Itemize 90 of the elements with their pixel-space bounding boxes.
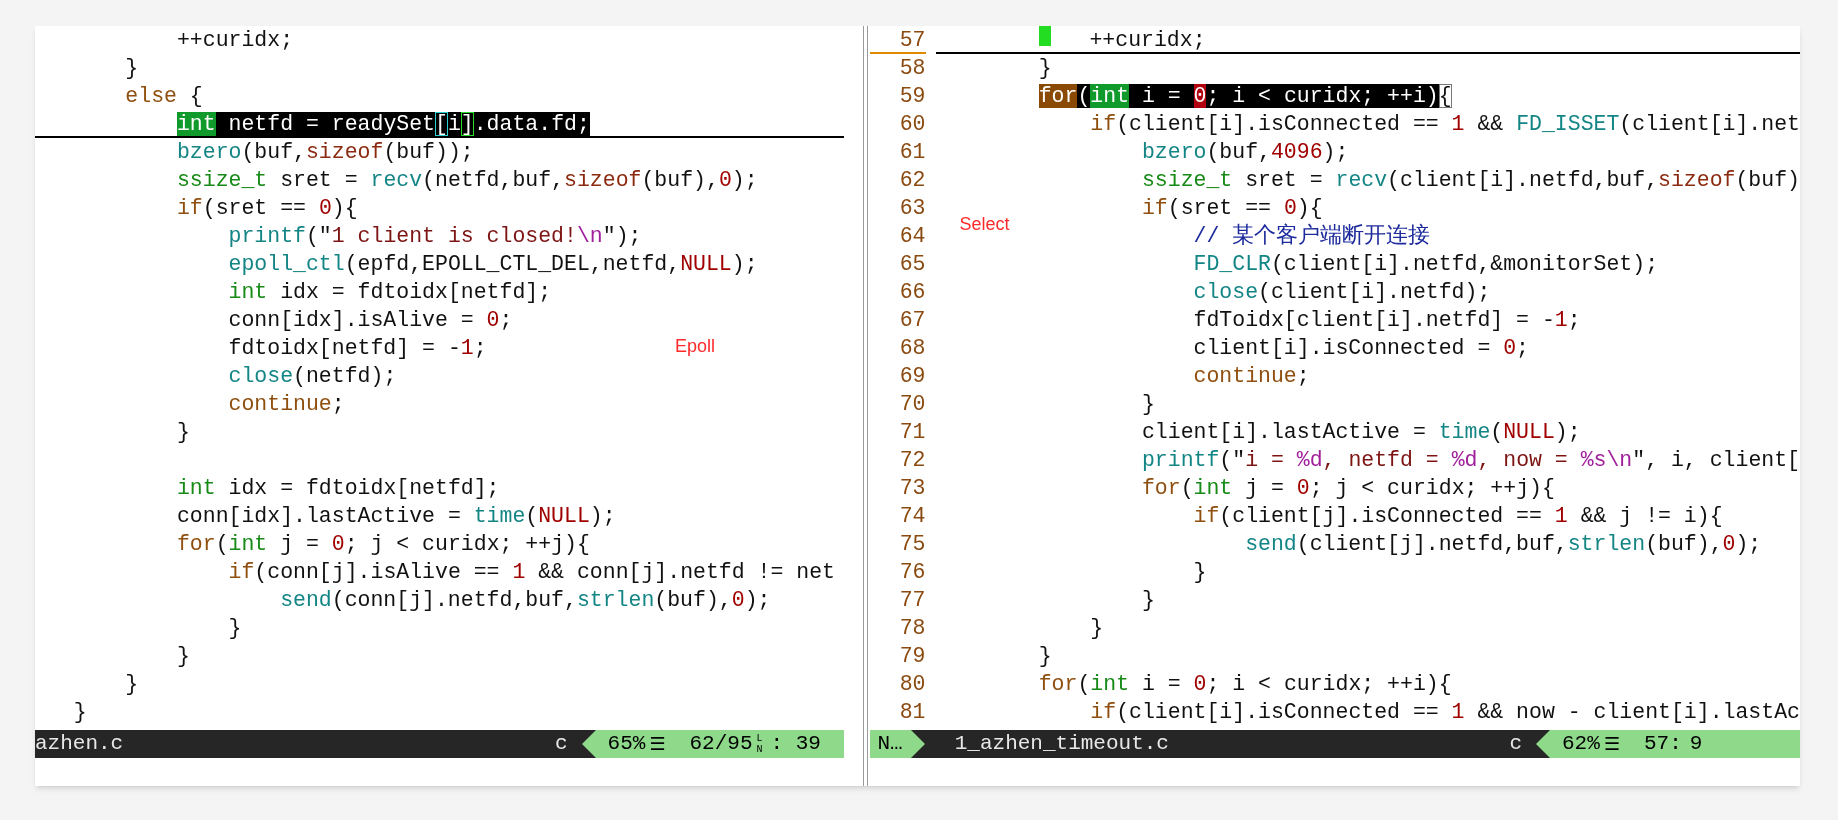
code-line: send(conn[j].netfd,buf,strlen(buf),0); [280, 587, 771, 612]
maxline-glyph: L N [756, 733, 763, 755]
line-number: 78 [898, 615, 926, 642]
line-position: 57: [1643, 731, 1682, 757]
line-number: 74 [898, 503, 926, 530]
line-number: 60 [898, 111, 926, 138]
code-line: } [228, 615, 242, 640]
code-line: int netfd = readySet[i].data.fd; [176, 111, 590, 136]
file-name: azhen.c [35, 731, 124, 757]
code-line: if(conn[j].isAlive == 1 && conn[j].netfd != net [228, 559, 835, 584]
code-line: bzero(buf,4096); [1141, 139, 1349, 164]
code-line: if(client[j].isConnected == 1 && j != i){ [1193, 503, 1723, 528]
code-line: FD_CLR(client[i].netfd,&monitorSet); [1193, 251, 1659, 276]
code-line: } [1038, 55, 1052, 80]
percent-text: 65% [607, 731, 646, 757]
code-line: send(client[j].netfd,buf,strlen(buf),0); [1245, 531, 1762, 556]
file-name: 1_azhen_timeout.c [954, 731, 1169, 757]
line-number: 76 [898, 559, 926, 586]
line-number: 69 [898, 363, 926, 390]
code-line: } [125, 671, 139, 696]
line-number: 80 [898, 671, 926, 698]
code-line: if(client[i].isConnected == 1 && now - client[i].lastAc [1090, 699, 1800, 724]
code-line: } [176, 419, 190, 444]
line-number: 79 [898, 643, 926, 670]
code-line: int idx = fdtoidx[netfd]; [176, 475, 500, 500]
line-number: 70 [898, 391, 926, 418]
code-line: } [1141, 391, 1155, 416]
code-line: printf("i = %d, netfd = %d, now = %s\n", i, client[ [1141, 447, 1800, 472]
code-line: } [1141, 587, 1155, 612]
arrow-separator-icon [910, 730, 925, 758]
code-line: close(netfd); [228, 363, 397, 388]
code-line: conn[idx].isAlive = 0; [228, 307, 513, 332]
line-number: 62 [898, 167, 926, 194]
code-line: } [176, 643, 190, 668]
code-line: } [125, 55, 139, 80]
code-line: bzero(buf,sizeof(buf)); [176, 139, 474, 164]
line-position: 62/95 [689, 731, 753, 757]
code-line: if(sret == 0){ [1141, 195, 1323, 220]
code-line: if(sret == 0){ [176, 195, 358, 220]
line-number: 71 [898, 419, 926, 446]
line-number: 57 [869, 26, 926, 54]
line-number: 81 [898, 699, 926, 726]
line-number: 64 [898, 223, 926, 250]
code-line: } [1090, 615, 1104, 640]
code-line: } [1038, 643, 1052, 668]
line-number: 66 [898, 279, 926, 306]
code-line: } [1193, 559, 1207, 584]
code-line: continue; [1193, 363, 1310, 388]
line-number: 58 [898, 55, 926, 82]
line-number: 59 [898, 83, 926, 110]
file-type: c [554, 731, 568, 757]
file-type: c [1509, 731, 1522, 757]
line-number: 77 [898, 587, 926, 614]
code-line: fdtoidx[netfd] = -1; [228, 335, 487, 360]
code-line: else { [125, 83, 203, 108]
line-number: 73 [898, 475, 926, 502]
line-number: 61 [898, 139, 926, 166]
line-number: 63 [898, 195, 926, 222]
menu-glyph: ☰ [1603, 732, 1620, 756]
code-line: // 某个客户端断开连接 [1193, 222, 1431, 248]
code-line: for(int i = 0; i < curidx; ++i){ [1038, 671, 1452, 696]
line-number: 65 [898, 251, 926, 278]
code-line: for(int i = 0; i < curidx; ++i){ [1038, 83, 1452, 108]
code-line: client[i].isConnected = 0; [1193, 335, 1529, 360]
code-line: } [73, 699, 87, 724]
column-position: : 39 [770, 731, 821, 757]
menu-glyph: ☰ [649, 732, 666, 756]
code-line: ssize_t sret = recv(client[i].netfd,buf,sizeof(buf) [1141, 167, 1800, 192]
code-line: printf("1 client is closed!\n"); [228, 223, 642, 248]
column-position: 9 [1689, 731, 1703, 757]
line-number: 68 [898, 335, 926, 362]
code-line: ssize_t sret = recv(netfd,buf,sizeof(buf),0); [176, 167, 758, 192]
code-line: for(int j = 0; j < curidx; ++j){ [1141, 475, 1555, 500]
annotation-label: Select [959, 213, 1010, 236]
code-line: ++curidx; [176, 27, 294, 52]
annotation-label: Epoll [675, 335, 716, 358]
code-line: ++curidx; [1089, 27, 1206, 52]
code-line: client[i].lastActive = time(NULL); [1141, 419, 1581, 444]
code-line: continue; [228, 391, 345, 416]
percent-text: 62% [1562, 731, 1600, 757]
line-number: 75 [898, 531, 926, 558]
code-line: fdToidx[client[i].netfd] = -1; [1193, 307, 1581, 332]
code-line: int idx = fdtoidx[netfd]; [228, 279, 552, 304]
line-number: 67 [898, 307, 926, 334]
code-line: for(int j = 0; j < curidx; ++j){ [176, 531, 590, 556]
code-line: if(client[i].isConnected == 1 && FD_ISSET(client[i].net [1090, 111, 1800, 136]
line-number: 72 [898, 447, 926, 474]
code-line: epoll_ctl(epfd,EPOLL_CTL_DEL,netfd,NULL); [228, 251, 758, 276]
code-line: conn[idx].lastActive = time(NULL); [176, 503, 616, 528]
code-line: close(client[i].netfd); [1193, 279, 1491, 304]
